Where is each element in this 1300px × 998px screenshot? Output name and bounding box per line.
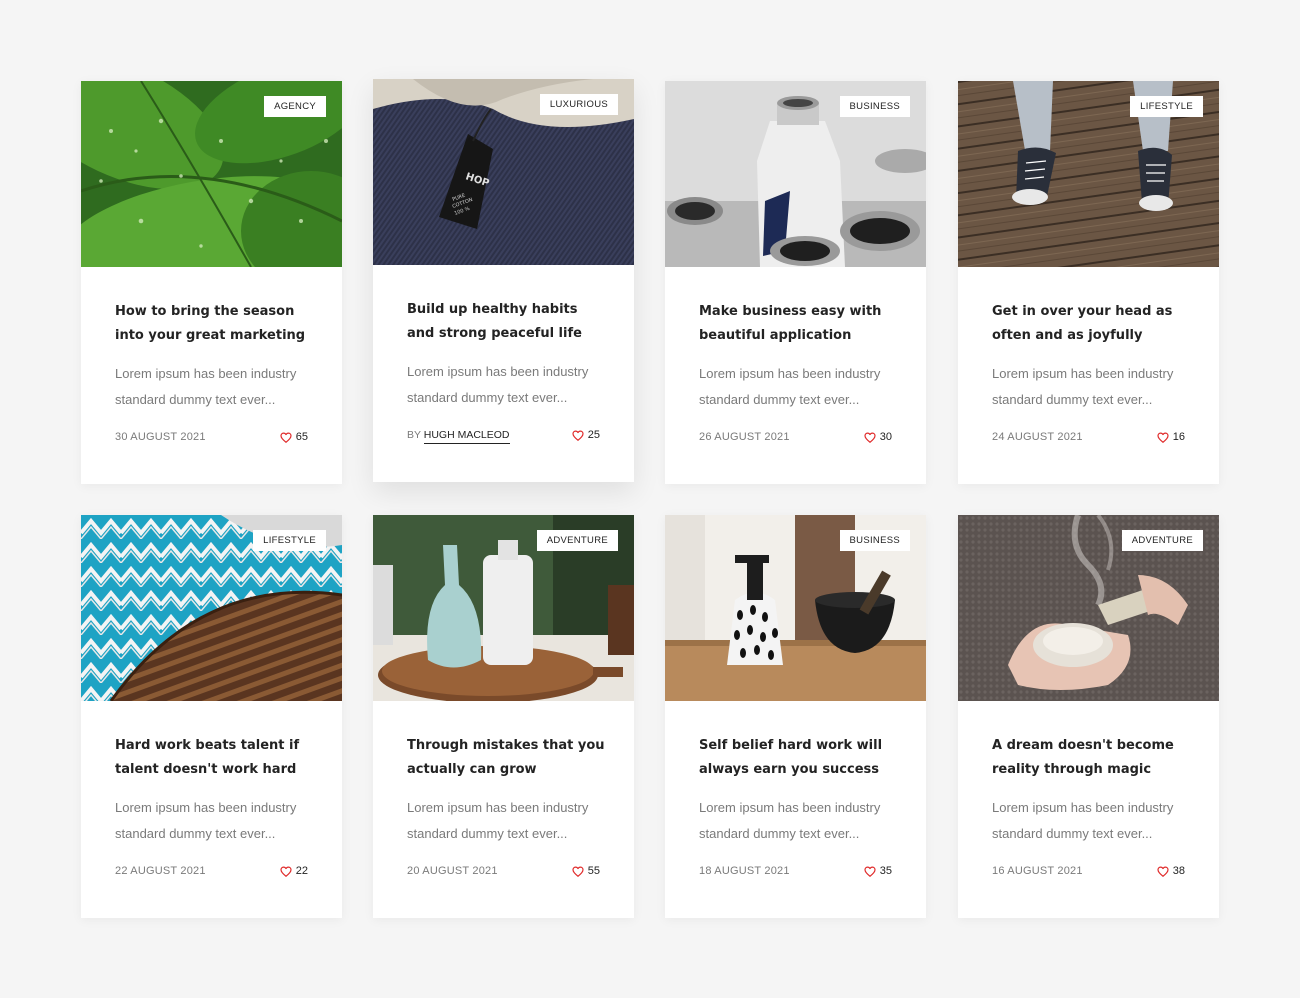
category-tag[interactable]: LIFESTYLE [1130, 96, 1203, 117]
category-tag[interactable]: AGENCY [264, 96, 326, 117]
post-excerpt: Lorem ipsum has been industry standard d… [699, 366, 881, 407]
category-tag[interactable]: BUSINESS [839, 530, 910, 551]
blog-card[interactable]: BUSINESS Self belief hard work will alwa… [665, 515, 926, 918]
post-date: 20 AUGUST 2021 [407, 865, 498, 877]
like-count: 38 [1172, 865, 1185, 877]
post-excerpt: Lorem ipsum has been industry standard d… [992, 800, 1174, 841]
post-image-green-leaves[interactable]: AGENCY [81, 81, 342, 267]
like-button[interactable]: 22 [280, 865, 308, 877]
post-date: 22 AUGUST 2021 [115, 865, 206, 877]
post-image-pattern-cushion[interactable]: LIFESTYLE [81, 515, 342, 701]
post-image-aluminum-bottles[interactable]: BUSINESS [665, 81, 926, 267]
author-prefix: BY [407, 429, 421, 441]
post-title[interactable]: A dream doesn't become reality through m… [992, 734, 1192, 782]
blog-card[interactable]: ADVENTURE A dream doesn't become reality… [958, 515, 1219, 918]
category-tag[interactable]: ADVENTURE [536, 530, 618, 551]
post-excerpt: Lorem ipsum has been industry standard d… [407, 364, 589, 405]
post-title[interactable]: Hard work beats talent if talent doesn't… [115, 734, 315, 782]
heart-icon [864, 432, 876, 443]
blog-card[interactable]: LIFESTYLE Hard work beats talent if tale… [81, 515, 342, 918]
post-title[interactable]: Build up healthy habits and strong peace… [407, 298, 607, 346]
like-count: 22 [295, 865, 308, 877]
post-meta: 26 AUGUST 2021 30 [699, 429, 892, 445]
heart-icon [572, 430, 584, 441]
like-count: 16 [1172, 431, 1185, 443]
post-excerpt: Lorem ipsum has been industry standard d… [115, 800, 297, 841]
heart-icon [864, 866, 876, 877]
like-button[interactable]: 55 [572, 865, 600, 877]
like-button[interactable]: 38 [1157, 865, 1185, 877]
heart-icon [280, 866, 292, 877]
like-count: 65 [295, 431, 308, 443]
like-button[interactable]: 35 [864, 865, 892, 877]
heart-icon [1157, 432, 1169, 443]
post-meta: 24 AUGUST 2021 16 [992, 429, 1185, 445]
category-tag[interactable]: LIFESTYLE [253, 530, 326, 551]
post-excerpt: Lorem ipsum has been industry standard d… [407, 800, 589, 841]
heart-icon [1157, 866, 1169, 877]
post-title[interactable]: Make business easy with beautiful applic… [699, 300, 899, 348]
post-image-spray-bottle-bowl[interactable]: BUSINESS [665, 515, 926, 701]
category-tag[interactable]: BUSINESS [839, 96, 910, 117]
post-title[interactable]: How to bring the season into your great … [115, 300, 315, 348]
post-date: 26 AUGUST 2021 [699, 431, 790, 443]
post-excerpt: Lorem ipsum has been industry standard d… [115, 366, 297, 407]
like-count: 25 [587, 429, 600, 441]
post-title[interactable]: Get in over your head as often and as jo… [992, 300, 1192, 348]
category-tag[interactable]: LUXURIOUS [539, 94, 618, 115]
post-excerpt: Lorem ipsum has been industry standard d… [699, 800, 881, 841]
post-date: 30 AUGUST 2021 [115, 431, 206, 443]
post-meta: 20 AUGUST 2021 55 [407, 863, 600, 879]
heart-icon [572, 866, 584, 877]
post-author: BY HUGH MACLEOD [407, 429, 510, 444]
like-count: 35 [879, 865, 892, 877]
post-image-sneakers-deck[interactable]: LIFESTYLE [958, 81, 1219, 267]
category-tag[interactable]: ADVENTURE [1121, 530, 1203, 551]
post-title[interactable]: Self belief hard work will always earn y… [699, 734, 899, 782]
post-excerpt: Lorem ipsum has been industry standard d… [992, 366, 1174, 407]
blog-card[interactable]: AGENCY How to bring the season into your… [81, 81, 342, 484]
blog-card[interactable]: HOP PURE COTTON 100 % LUXURIOUS Build up… [373, 79, 634, 482]
heart-icon [280, 432, 292, 443]
like-button[interactable]: 30 [864, 431, 892, 443]
post-date: 18 AUGUST 2021 [699, 865, 790, 877]
like-button[interactable]: 65 [280, 431, 308, 443]
post-meta: 22 AUGUST 2021 22 [115, 863, 308, 879]
post-meta: 16 AUGUST 2021 38 [992, 863, 1185, 879]
post-date: 24 AUGUST 2021 [992, 431, 1083, 443]
post-image-ceramic-vases[interactable]: ADVENTURE [373, 515, 634, 701]
post-title[interactable]: Through mistakes that you actually can g… [407, 734, 607, 782]
post-meta: 18 AUGUST 2021 35 [699, 863, 892, 879]
like-button[interactable]: 16 [1157, 431, 1185, 443]
author-link[interactable]: HUGH MACLEOD [423, 429, 510, 444]
like-count: 30 [879, 431, 892, 443]
post-date: 16 AUGUST 2021 [992, 865, 1083, 877]
post-meta: 30 AUGUST 2021 65 [115, 429, 308, 445]
like-count: 55 [587, 865, 600, 877]
blog-card[interactable]: LIFESTYLE Get in over your head as often… [958, 81, 1219, 484]
blog-card[interactable]: BUSINESS Make business easy with beautif… [665, 81, 926, 484]
like-button[interactable]: 25 [572, 429, 600, 441]
post-image-hands-shell-sage[interactable]: ADVENTURE [958, 515, 1219, 701]
post-meta: BY HUGH MACLEOD 25 [407, 427, 600, 444]
post-image-denim-label[interactable]: HOP PURE COTTON 100 % LUXURIOUS [373, 79, 634, 265]
blog-card[interactable]: ADVENTURE Through mistakes that you actu… [373, 515, 634, 918]
